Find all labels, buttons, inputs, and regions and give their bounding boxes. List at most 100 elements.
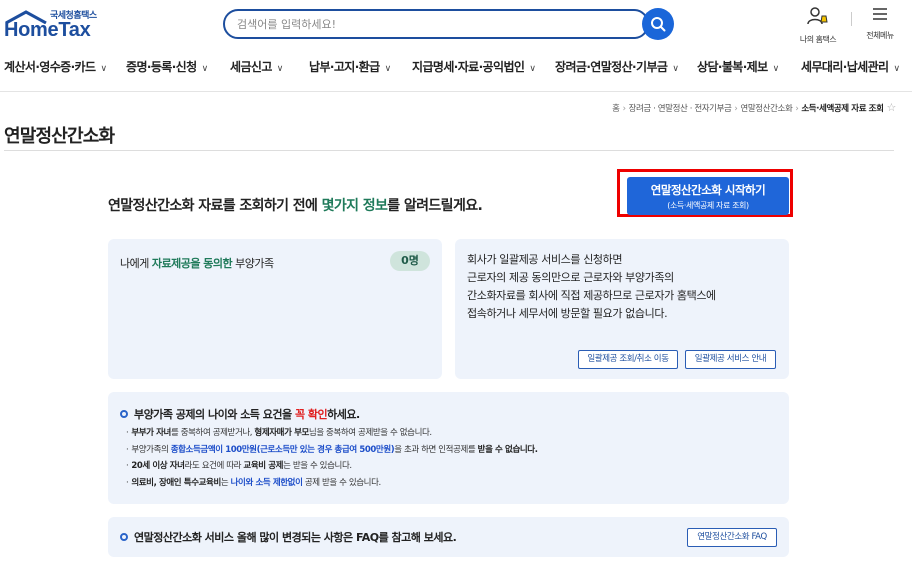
intro-after: 를 알려드릴게요. xyxy=(387,198,483,214)
breadcrumb-separator: › xyxy=(795,104,799,114)
gnb-divider xyxy=(0,91,912,92)
chevron-down-icon: ∨ xyxy=(672,64,679,74)
gnb-item-consult[interactable]: 상담·불복·제보 ∨ xyxy=(697,58,779,75)
requirements-title-after: 하세요. xyxy=(327,408,360,421)
search-icon xyxy=(651,17,666,32)
header-divider xyxy=(851,12,852,26)
req-bold: 교육비 공제 xyxy=(243,461,284,471)
chevron-down-icon: ∨ xyxy=(384,64,392,74)
req-text: 는 xyxy=(220,477,231,488)
dependents-card: 나에게 자료제공을 동의한 부양가족 0명 xyxy=(108,239,442,379)
chevron-down-icon: ∨ xyxy=(529,64,536,74)
req-bold: 형제자매가 부모 xyxy=(254,428,309,438)
bulk-query-button[interactable]: 일괄제공 조회/취소 이동 xyxy=(578,350,678,369)
req-bold: 부부가 자녀 xyxy=(131,428,171,438)
all-menu-label: 전체메뉴 xyxy=(866,31,894,40)
req-bold: 받을 수 없습니다. xyxy=(477,444,538,455)
breadcrumb-separator: › xyxy=(622,104,626,114)
bulk-info-line: 간소화자료를 회사에 직접 제공하므로 근로자가 홈택스에 xyxy=(467,289,716,302)
breadcrumb-home[interactable]: 홈 xyxy=(612,104,620,114)
gnb-label: 장려금·연말정산·기부금 xyxy=(555,60,668,74)
requirements-title-highlight: 꼭 확인 xyxy=(294,408,328,421)
bulk-info: 회사가 일괄제공 서비스를 신청하면 근로자의 제공 동의만으로 근로자와 부양… xyxy=(467,251,716,323)
req-text: 부양가족의 xyxy=(131,444,171,455)
bulk-info-line: 회사가 일괄제공 서비스를 신청하면 xyxy=(467,253,623,266)
all-menu-button[interactable]: 전체메뉴 xyxy=(858,6,902,41)
start-simplified-button[interactable]: 연말정산간소화 시작하기 (소득·세액공제 자료 조회) xyxy=(627,177,789,215)
search-input[interactable] xyxy=(237,11,627,37)
start-button-label: 연말정산간소화 시작하기 xyxy=(650,183,766,197)
breadcrumb-separator: › xyxy=(734,104,738,114)
breadcrumb-current: 소득·세액공제 자료 조회 xyxy=(801,104,884,114)
search-box xyxy=(223,9,649,39)
user-bell-icon xyxy=(807,7,828,25)
breadcrumb-item[interactable]: 연말정산간소화 xyxy=(740,104,792,114)
req-text: 을 초과 하면 인적공제를 xyxy=(394,444,478,455)
breadcrumb-item[interactable]: 장려금 · 연말정산 · 전자기부금 xyxy=(629,104,732,114)
breadcrumb: 홈 › 장려금 · 연말정산 · 전자기부금 › 연말정산간소화 › 소득·세액공제 자료 … xyxy=(612,101,896,114)
req-highlight: 나이와 소득 제한없이 xyxy=(230,477,303,488)
intro-highlight: 몇가지 정보 xyxy=(321,198,388,214)
dependents-count-badge: 0명 xyxy=(390,251,430,271)
intro-before: 연말정산간소화 자료를 조회하기 전에 xyxy=(108,198,322,214)
gnb-item-certificate[interactable]: 증명·등록·신청 ∨ xyxy=(126,58,208,75)
gnb-label: 상담·불복·제보 xyxy=(697,60,768,74)
bullet-circle-icon xyxy=(120,533,128,541)
requirements-card: 부양가족 공제의 나이와 소득 요건을 꼭 확인하세요. 부부가 자녀를 중복하… xyxy=(108,392,789,504)
faq-card: 연말정산간소화 서비스 올해 많이 변경되는 사항은 FAQ를 참고해 보세요.… xyxy=(108,517,789,557)
gnb-item-payment[interactable]: 납부·고지·환급 ∨ xyxy=(309,58,391,75)
bullet-circle-icon xyxy=(120,410,128,418)
gnb-item-agent[interactable]: 세무대리·납세관리 ∨ xyxy=(801,58,900,75)
req-text: 는 받을 수 있습니다. xyxy=(283,461,352,471)
dependents-highlight: 자료제공을 동의한 xyxy=(151,257,233,270)
chevron-down-icon: ∨ xyxy=(772,64,780,74)
star-icon[interactable]: ☆ xyxy=(887,101,897,114)
faq-text: 연말정산간소화 서비스 올해 많이 변경되는 사항은 FAQ를 참고해 보세요. xyxy=(120,529,457,545)
intro-text: 연말정산간소화 자료를 조회하기 전에 몇가지 정보를 알려드릴게요. xyxy=(108,195,483,215)
dependents-prefix: 나에게 xyxy=(120,257,152,270)
gnb-label: 세무대리·납세관리 xyxy=(801,60,889,74)
gnb-label: 세금신고 xyxy=(230,60,272,74)
faq-button[interactable]: 연말정산간소화 FAQ xyxy=(687,528,777,547)
gnb-label: 지급명세·자료·공익법인 xyxy=(412,60,525,74)
faq-label: 연말정산간소화 서비스 올해 많이 변경되는 사항은 FAQ를 참고해 보세요. xyxy=(134,531,457,544)
hometax-logo[interactable]: 국세청홈택스 HomeTax xyxy=(4,8,104,41)
bulk-info-line: 근로자의 제공 동의만으로 근로자와 부양가족의 xyxy=(467,271,674,284)
list-item: 20세 이상 자녀라도 요건에 따라 교육비 공제는 받을 수 있습니다. xyxy=(126,458,538,475)
gnb-label: 계산서·영수증·카드 xyxy=(4,60,96,74)
list-item: 부양가족의 종합소득금액이 100만원(근로소득만 있는 경우 총급여 500만… xyxy=(126,442,538,459)
dependents-text: 나에게 자료제공을 동의한 부양가족 xyxy=(120,255,274,271)
gnb-item-year-end[interactable]: 장려금·연말정산·기부금 ∨ xyxy=(555,58,679,75)
req-text: 를 중복하여 공제받거나, xyxy=(170,428,255,438)
logo-title: HomeTax xyxy=(4,19,91,41)
gnb-label: 증명·등록·신청 xyxy=(126,60,197,74)
chevron-down-icon: ∨ xyxy=(893,64,900,74)
requirements-list: 부부가 자녀를 중복하여 공제받거나, 형제자매가 부모님을 중복하여 공제받을… xyxy=(126,425,538,491)
gnb-item-statements[interactable]: 지급명세·자료·공익법인 ∨ xyxy=(412,58,536,75)
site-header: 국세청홈택스 HomeTax 나의 홈택스 전체메뉴 xyxy=(0,0,912,48)
requirements-title: 부양가족 공제의 나이와 소득 요건을 꼭 확인하세요. xyxy=(120,406,360,422)
chevron-down-icon: ∨ xyxy=(201,64,209,74)
search-button[interactable] xyxy=(642,8,674,40)
my-hometax-label: 나의 홈택스 xyxy=(799,35,837,44)
start-button-sublabel: (소득·세액공제 자료 조회) xyxy=(667,201,749,210)
chevron-down-icon: ∨ xyxy=(276,64,284,74)
list-item: 의료비, 장애인 특수교육비는 나이와 소득 제한없이 공제 받을 수 있습니다… xyxy=(126,475,538,492)
bulk-provision-card: 회사가 일괄제공 서비스를 신청하면 근로자의 제공 동의만으로 근로자와 부양… xyxy=(455,239,789,379)
gnb-item-tax-report[interactable]: 세금신고 ∨ xyxy=(230,58,283,75)
list-item: 부부가 자녀를 중복하여 공제받거나, 형제자매가 부모님을 중복하여 공제받을… xyxy=(126,425,538,442)
req-text: 님을 중복하여 공제받을 수 없습니다. xyxy=(308,428,432,438)
bulk-guide-button[interactable]: 일괄제공 서비스 안내 xyxy=(685,350,776,369)
chevron-down-icon: ∨ xyxy=(100,64,107,74)
my-hometax-button[interactable]: 나의 홈택스 xyxy=(794,6,842,45)
req-highlight: 종합소득금액이 100만원(근로소득만 있는 경우 총급여 500만원) xyxy=(170,444,395,455)
title-divider xyxy=(4,150,894,151)
req-bold: 의료비, 장애인 특수교육비 xyxy=(131,477,221,488)
main-navigation: 계산서·영수증·카드 ∨ 증명·등록·신청 ∨ 세금신고 ∨ 납부·고지·환급 ∨ 지급… xyxy=(0,52,912,82)
dependents-suffix: 부양가족 xyxy=(232,257,274,270)
req-text: 공제 받을 수 있습니다. xyxy=(302,477,381,488)
page-title: 연말정산간소화 xyxy=(4,126,115,147)
req-bold: 20세 이상 자녀 xyxy=(131,461,185,471)
gnb-item-invoice[interactable]: 계산서·영수증·카드 ∨ xyxy=(4,58,107,75)
req-text: 라도 요건에 따라 xyxy=(184,461,244,471)
